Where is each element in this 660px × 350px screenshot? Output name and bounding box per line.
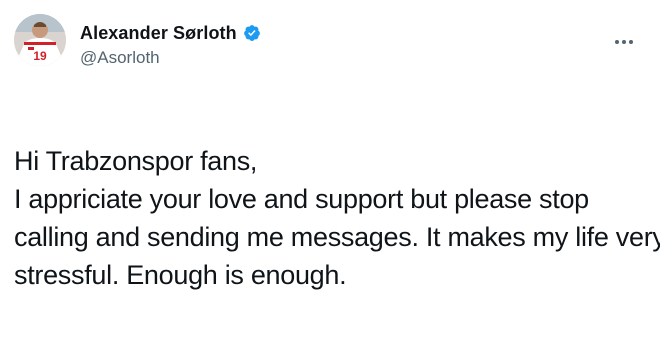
avatar-image: 19 <box>14 14 66 66</box>
author-display-name[interactable]: Alexander Sørloth <box>80 23 237 44</box>
tweet-text-line: Hi Trabzonspor fans, <box>14 146 258 176</box>
author-name-row: Alexander Sørloth <box>80 20 261 46</box>
dot <box>629 40 633 44</box>
tweet-card: 19 Alexander Sørloth @Asorloth Hi Trabzo… <box>0 0 660 350</box>
tweet-text: Hi Trabzonspor fans, I appriciate your l… <box>14 142 660 294</box>
avatar[interactable]: 19 <box>14 14 66 66</box>
more-options-icon[interactable] <box>608 32 640 52</box>
tweet-text-line: I appriciate your love and support but p… <box>14 184 589 214</box>
tweet-text-line: stressful. Enough is enough. <box>14 260 347 290</box>
dot <box>615 40 619 44</box>
author-block: Alexander Sørloth @Asorloth <box>80 20 261 68</box>
author-handle[interactable]: @Asorloth <box>80 48 261 68</box>
svg-text:19: 19 <box>33 49 47 63</box>
tweet-text-line: calling and sending me messages. It make… <box>14 222 660 252</box>
verified-badge-icon <box>243 24 261 42</box>
tweet-header: 19 Alexander Sørloth @Asorloth <box>14 14 640 104</box>
dot <box>622 40 626 44</box>
